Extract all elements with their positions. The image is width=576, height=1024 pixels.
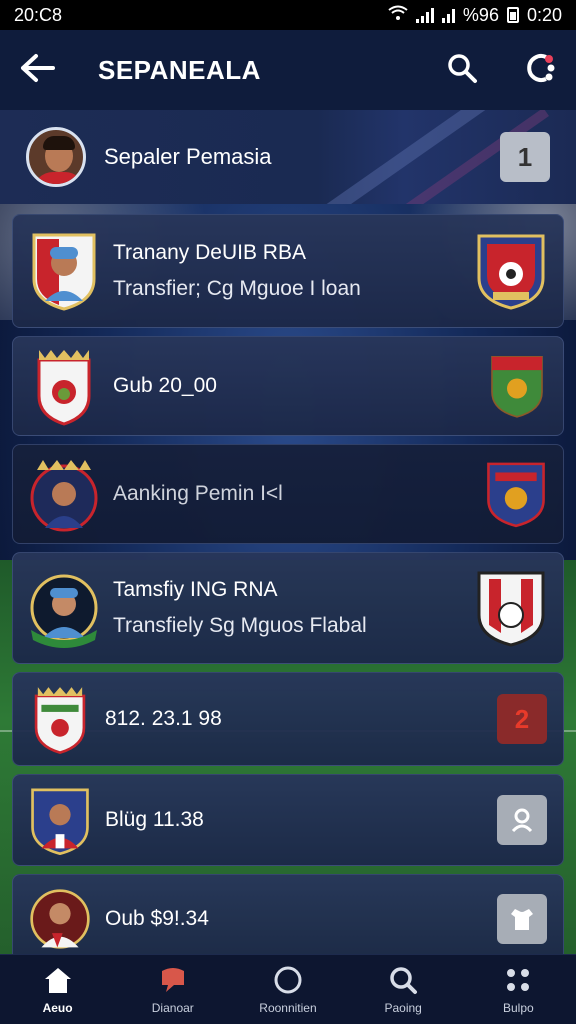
signal-text: %96 bbox=[462, 4, 499, 25]
wifi-icon bbox=[388, 5, 408, 26]
signal-icon bbox=[415, 7, 434, 23]
avatar bbox=[26, 127, 86, 187]
battery-icon bbox=[506, 7, 519, 23]
bottom-nav: Aeuo Dianoar Roonnitien Paoing Bulpo bbox=[0, 954, 576, 1024]
list-item-subtitle: Transfier; Cg Mguoe I loan bbox=[113, 277, 361, 300]
player-crest-icon bbox=[29, 454, 99, 534]
app-header: SEPANEALA bbox=[0, 30, 576, 110]
circle-icon bbox=[272, 965, 304, 995]
club-crest-icon bbox=[475, 232, 547, 310]
status-icons: %96 0:20 bbox=[388, 5, 562, 26]
rank-badge[interactable]: 2 bbox=[497, 694, 547, 744]
list-item[interactable]: Oub $9!.34 bbox=[12, 874, 564, 964]
home-icon bbox=[42, 965, 74, 995]
list-item-title: Tranany DeUIB RBA bbox=[113, 241, 306, 264]
page-title: SEPANEALA bbox=[98, 54, 261, 85]
list-item[interactable]: Aanking Pemin I<l bbox=[12, 444, 564, 544]
player-crest-icon bbox=[29, 568, 99, 648]
profile-banner[interactable]: Sepaler Pemasia 1 bbox=[0, 110, 576, 204]
club-crest-icon bbox=[475, 569, 547, 647]
status-bar: 20:C8 %96 0:20 bbox=[0, 0, 576, 30]
profile-action-icon[interactable] bbox=[497, 795, 547, 845]
nav-item-circle[interactable]: Roonnitien bbox=[230, 965, 345, 1015]
list-item[interactable]: Blüg 11.38 bbox=[12, 774, 564, 866]
player-crest-icon bbox=[29, 882, 91, 956]
club-crest-icon bbox=[29, 346, 99, 426]
grid-icon bbox=[502, 965, 534, 995]
list-item-subtitle: Transfiely Sg Mguos Flabal bbox=[113, 614, 367, 637]
list-item[interactable]: Gub 20_00 bbox=[12, 336, 564, 436]
profile-name: Sepaler Pemasia bbox=[104, 144, 272, 169]
club-crest-icon-2 bbox=[487, 353, 547, 419]
player-crest-icon bbox=[29, 783, 91, 857]
shirt-action-icon[interactable] bbox=[497, 894, 547, 944]
profile-badge[interactable]: 1 bbox=[500, 132, 550, 182]
nav-item-chat[interactable]: Dianoar bbox=[115, 965, 230, 1015]
list-item[interactable]: Tranany DeUIB RBA Transfier; Cg Mguoe I … bbox=[12, 214, 564, 328]
list-item[interactable]: 812. 23.1 98 2 bbox=[12, 672, 564, 766]
nav-item-search[interactable]: Paoing bbox=[346, 965, 461, 1015]
list-item-title: Gub 20_00 bbox=[113, 374, 217, 397]
signal-icon-2 bbox=[441, 7, 455, 23]
list-item-title: 812. 23.1 98 bbox=[105, 707, 222, 730]
battery-time: 0:20 bbox=[526, 4, 562, 25]
status-time: 20:C8 bbox=[14, 4, 63, 25]
list-item-title: Oub $9!.34 bbox=[105, 907, 209, 930]
club-crest-icon bbox=[29, 682, 91, 756]
list-item-title: Tamsfiy ING RNA bbox=[113, 578, 278, 601]
arrow-left-icon[interactable] bbox=[20, 53, 56, 88]
network-icon[interactable] bbox=[522, 51, 556, 90]
club-crest-icon bbox=[485, 459, 547, 529]
player-crest-icon bbox=[29, 231, 99, 311]
chat-icon bbox=[157, 965, 189, 995]
search-icon bbox=[387, 965, 419, 995]
list-item-title: Blüg 11.38 bbox=[105, 808, 204, 831]
list-item-title: Aanking Pemin I<l bbox=[113, 482, 283, 505]
nav-item-grid[interactable]: Bulpo bbox=[461, 965, 576, 1015]
nav-item-home[interactable]: Aeuo bbox=[0, 965, 115, 1015]
list-item[interactable]: Tamsfiy ING RNA Transfiely Sg Mguos Flab… bbox=[12, 552, 564, 664]
search-icon[interactable] bbox=[446, 52, 478, 89]
